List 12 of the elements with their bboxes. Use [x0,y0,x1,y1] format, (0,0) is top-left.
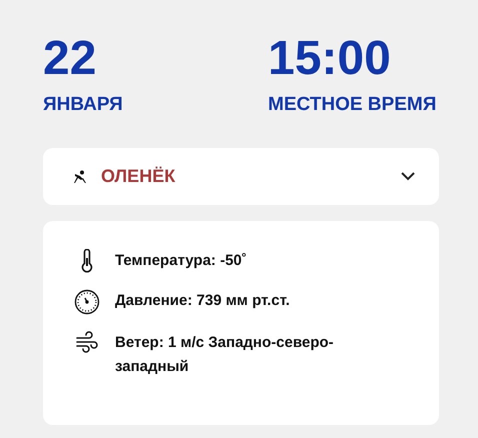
gauge-icon [74,289,100,315]
weather-text: Давление: 739 мм рт.ст. [115,291,290,311]
location-dropdown[interactable]: ОЛЕНЁК [43,148,439,205]
weather-text: Температура: -50˚ [115,251,247,271]
person-icon [73,170,87,184]
wind-icon [75,331,99,353]
time-label: МЕСТНОЕ ВРЕМЯ [268,94,436,116]
day-number: 22 [43,32,98,86]
month-label: ЯНВАРЯ [43,94,124,116]
weather-text: Ветер: 1 м/с Западно-северо-западный [115,333,335,377]
thermometer-icon [80,249,94,273]
time-value: 15:00 [268,32,392,86]
